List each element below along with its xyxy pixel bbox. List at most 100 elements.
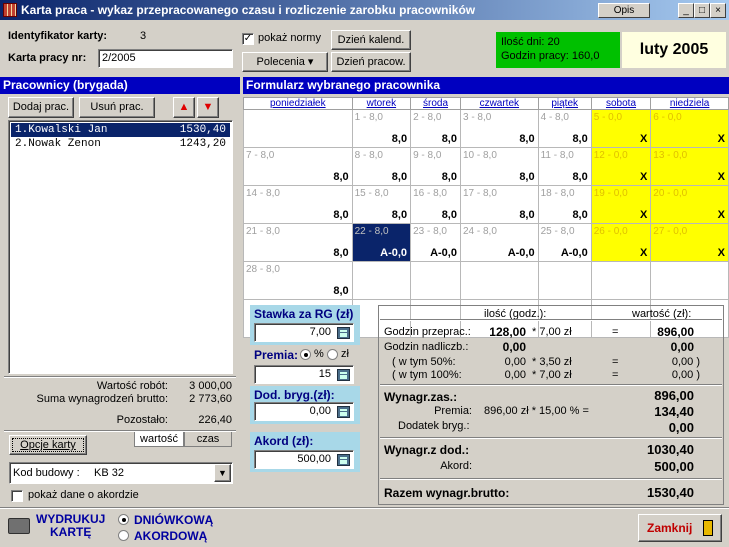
calendar-cell[interactable]: 1 - 8,0 8,0: [351, 109, 412, 148]
calendar-cell[interactable]: 10 - 8,0 8,0: [459, 147, 539, 186]
cell-date: 8 - 8,0: [354, 150, 383, 161]
cell-hours: 8,0: [391, 133, 408, 145]
w100-rate: * 7,00 zł: [532, 369, 572, 381]
close-label: Zamknij: [647, 521, 693, 535]
minimize-icon[interactable]: _: [678, 3, 694, 18]
cell-date: 25 - 8,0: [540, 226, 575, 237]
calendar-cell[interactable]: 19 - 0,0 X: [590, 185, 652, 224]
opis-button[interactable]: Opis: [598, 3, 650, 18]
printer-icon[interactable]: [8, 518, 30, 534]
cell-date: 3 - 8,0: [462, 112, 492, 123]
calendar-cell[interactable]: 20 - 0,0 X: [650, 185, 729, 224]
workers-list[interactable]: 1.Kowalski Jan 1530,40 2.Nowak Zenon 124…: [8, 120, 233, 374]
premia-input[interactable]: 15: [254, 365, 354, 384]
chevron-down-icon[interactable]: ▼: [214, 464, 231, 482]
calendar-cell: [459, 261, 539, 300]
brigade-bonus-label: Dodatek bryg.:: [398, 420, 470, 432]
calendar-cell[interactable]: 5 - 0,0 X: [590, 109, 652, 148]
calculator-icon[interactable]: [337, 327, 350, 339]
cell-hours: X: [717, 247, 725, 259]
calculator-icon[interactable]: [337, 454, 350, 466]
piecework-value: 500,00: [654, 459, 694, 474]
cell-hours: A-0,0: [560, 247, 588, 259]
print-card-button[interactable]: WYDRUKUJ KARTĘ: [36, 513, 105, 539]
calendar-cell[interactable]: 4 - 8,0 8,0: [537, 109, 592, 148]
close-button[interactable]: Zamknij: [638, 514, 722, 542]
daily-radio[interactable]: [118, 514, 129, 525]
cell-hours: 8,0: [441, 133, 457, 145]
calendar-cell[interactable]: 14 - 8,0 8,0: [243, 185, 353, 224]
remove-worker-button[interactable]: Usuń prac.: [79, 97, 155, 118]
calculator-icon[interactable]: [337, 369, 350, 381]
tab-wartosc[interactable]: wartość: [134, 432, 184, 447]
move-up-icon[interactable]: ▲: [173, 97, 195, 118]
equals: =: [612, 356, 619, 368]
calendar-cell[interactable]: [243, 109, 353, 148]
cell-date: 11 - 8,0: [540, 150, 574, 161]
calendar-cell[interactable]: 13 - 0,0 X: [650, 147, 729, 186]
akord-checkbox[interactable]: [11, 490, 23, 502]
list-item[interactable]: 2.Nowak Zenon 1243,20: [11, 137, 230, 151]
calculator-icon[interactable]: [337, 406, 350, 418]
building-code-combo[interactable]: Kod budowy : KB 32 ▼: [9, 462, 233, 484]
gross-total-label: Razem wynagr.brutto:: [384, 486, 510, 500]
calendar-cell[interactable]: 27 - 0,0 X: [650, 223, 729, 262]
calendar-cell[interactable]: 6 - 0,0 X: [650, 109, 729, 148]
remaining-label: Pozostało:: [116, 414, 168, 426]
cell-date: 27 - 0,0: [653, 226, 688, 237]
akord-input[interactable]: 500,00: [254, 450, 354, 469]
calendar-grid: poniedziałek wtorek środa czwartek piąte…: [243, 97, 729, 338]
salary-with-bonus-value: 1030,40: [647, 442, 694, 457]
calendar-cell[interactable]: 18 - 8,0 8,0: [537, 185, 592, 224]
calendar-cell[interactable]: 28 - 8,0 8,0: [243, 261, 353, 300]
equals: =: [612, 369, 619, 381]
calendar-cell[interactable]: 3 - 8,0 8,0: [459, 109, 539, 148]
add-worker-button[interactable]: Dodaj prac.: [8, 97, 74, 118]
premia-percent-radio[interactable]: [300, 349, 311, 360]
calendar-cell[interactable]: 7 - 8,0 8,0: [243, 147, 353, 186]
calendar-cell[interactable]: 15 - 8,0 8,0: [351, 185, 412, 224]
calendar-cell[interactable]: 17 - 8,0 8,0: [459, 185, 539, 224]
building-code-value: KB 32: [94, 467, 124, 479]
window-title: Karta praca - wykaz przepracowanego czas…: [21, 3, 476, 17]
calendar-cell[interactable]: 8 - 8,0 8,0: [351, 147, 412, 186]
card-number-input[interactable]: 2/2005: [98, 49, 233, 68]
move-down-icon[interactable]: ▼: [197, 97, 219, 118]
calendar-cell[interactable]: 26 - 0,0 X: [590, 223, 652, 262]
cell-hours: 8,0: [519, 133, 535, 145]
worker-name: 2.Nowak Zenon: [15, 138, 101, 150]
dzien-pracow-button[interactable]: Dzień pracow.: [331, 52, 411, 72]
list-item[interactable]: 1.Kowalski Jan 1530,40: [11, 123, 230, 137]
card-options-button[interactable]: Opcje karty: [9, 435, 87, 455]
tab-czas[interactable]: czas: [184, 432, 232, 447]
hours-worked-rate: * 7,00 zł: [532, 326, 572, 338]
calendar-cell[interactable]: 23 - 8,0 A-0,0: [410, 223, 461, 262]
calendar-cell[interactable]: 24 - 8,0 A-0,0: [459, 223, 539, 262]
calendar-cell[interactable]: 9 - 8,0 8,0: [410, 147, 461, 186]
calendar-cell[interactable]: 25 - 8,0 A-0,0: [537, 223, 592, 262]
dzien-kalend-button[interactable]: Dzień kalend.: [331, 30, 411, 50]
door-icon: [703, 520, 713, 536]
calendar-cell[interactable]: 11 - 8,0 8,0: [537, 147, 592, 186]
calendar-cell[interactable]: 12 - 0,0 X: [590, 147, 652, 186]
day-header: sobota: [590, 97, 652, 110]
polecenia-dropdown[interactable]: Polecenia ▾: [242, 52, 328, 72]
close-icon[interactable]: ×: [710, 3, 726, 18]
w100-qty: 0,00: [504, 369, 526, 381]
dod-input[interactable]: 0,00: [254, 402, 354, 421]
calendar-cell[interactable]: 2 - 8,0 8,0: [410, 109, 461, 148]
days-count: Ilość dni: 20: [501, 36, 560, 48]
piecework-radio[interactable]: [118, 530, 129, 541]
calendar-cell[interactable]: 21 - 8,0 8,0: [243, 223, 353, 262]
maximize-icon[interactable]: □: [694, 3, 710, 18]
premia-zl-radio[interactable]: [327, 349, 338, 360]
day-header: czwartek: [459, 97, 539, 110]
worker-amount: 1243,20: [179, 138, 226, 150]
calendar-cell[interactable]: 16 - 8,0 8,0: [410, 185, 461, 224]
divider: [380, 384, 722, 386]
cell-hours: 8,0: [333, 285, 349, 297]
rate-label: Stawka za RG (zł): [254, 307, 354, 321]
rate-input[interactable]: 7,00: [254, 323, 354, 342]
show-norms-checkbox[interactable]: ✓: [242, 33, 254, 45]
calendar-cell-selected[interactable]: 22 - 8,0 A-0,0: [351, 223, 412, 262]
